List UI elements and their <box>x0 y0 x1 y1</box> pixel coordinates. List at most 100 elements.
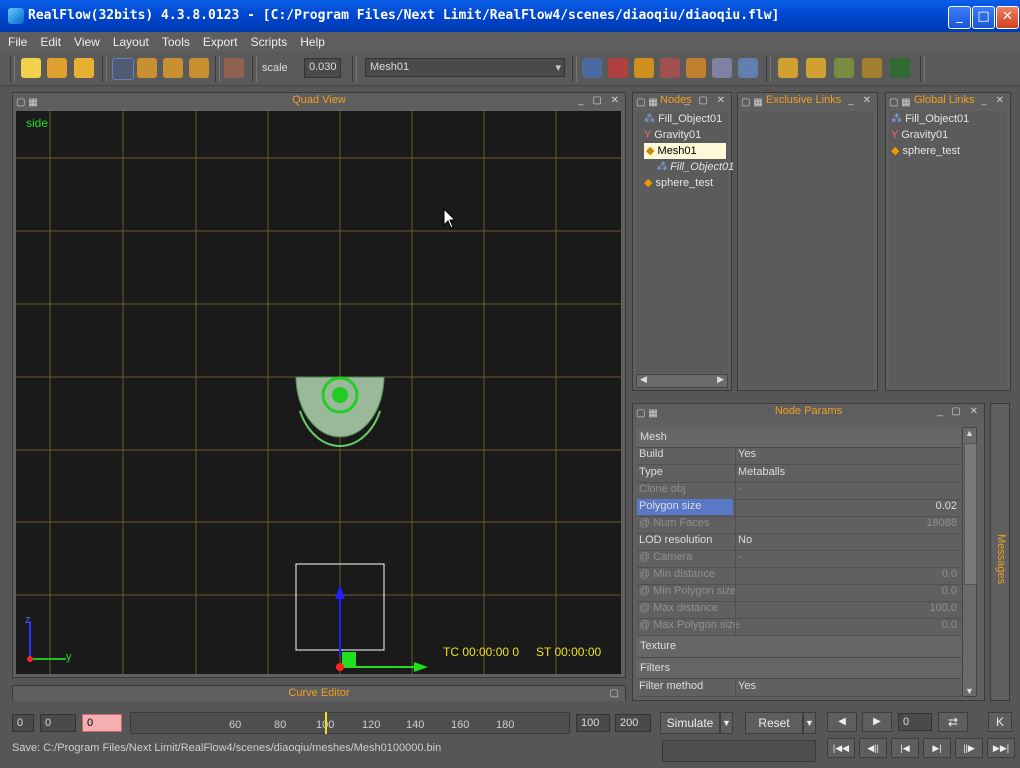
scale-input[interactable]: 0.030 <box>304 58 341 78</box>
minimize-button[interactable]: _ <box>948 6 971 29</box>
messages-tab[interactable]: Messages <box>990 403 1010 701</box>
exclusive-links-header: ▢ ▦ Exclusive Links _ ✕ <box>738 93 877 108</box>
camera-icon[interactable] <box>712 58 732 78</box>
play-forward-icon[interactable]: ▶ <box>862 712 892 732</box>
menu-scripts[interactable]: Scripts <box>243 32 293 49</box>
object-select[interactable]: Mesh01 ▾ <box>365 58 565 77</box>
scrollbar-thumb[interactable] <box>964 443 977 585</box>
list-item[interactable]: Y Gravity01 <box>889 127 1007 143</box>
step-back-icon[interactable]: ◀ <box>827 712 857 732</box>
new-file-icon[interactable] <box>21 58 41 78</box>
reset-dropdown-icon[interactable]: ▼ <box>803 712 816 734</box>
param-row: @ Camera - <box>637 550 961 568</box>
timeline-range-start[interactable]: 0 <box>40 714 76 732</box>
tree-item[interactable]: ⁂ Fill_Object01 <box>636 111 728 127</box>
rigidbody-icon[interactable] <box>686 58 706 78</box>
param-row[interactable]: Type Metaballs <box>637 465 961 483</box>
close-button[interactable]: ✕ <box>996 6 1019 29</box>
section-filters[interactable]: Filters <box>637 658 961 679</box>
gizmo-handle[interactable] <box>342 652 356 666</box>
object-icon[interactable] <box>634 58 654 78</box>
daemon-icon[interactable] <box>608 58 628 78</box>
menu-layout[interactable]: Layout <box>105 32 154 49</box>
age-icon[interactable] <box>834 58 854 78</box>
mesh-object[interactable] <box>295 376 385 448</box>
tree-item[interactable]: ◆ sphere_test <box>636 175 728 191</box>
node-params-title: Node Params <box>774 405 843 417</box>
menu-tools[interactable]: Tools <box>154 32 195 49</box>
vertical-scrollbar[interactable]: ▲ ▼ <box>962 427 977 697</box>
param-row[interactable]: Filter method Yes <box>637 679 961 697</box>
constraint-icon[interactable] <box>660 58 680 78</box>
chevron-down-icon: ▾ <box>555 62 561 74</box>
tree-item[interactable]: ⁂ Fill_Object01 <box>636 159 734 175</box>
reload-icon[interactable] <box>806 58 826 78</box>
reset-button[interactable]: Reset <box>745 712 803 734</box>
timeline-tick: 60 <box>229 719 242 731</box>
menu-export[interactable]: Export <box>195 32 243 49</box>
panel-controls-icon[interactable]: _ ✕ <box>981 93 1007 108</box>
global-links-title: Global Links <box>914 94 975 106</box>
curve-editor-panel[interactable]: Curve Editor ▢ <box>12 685 626 701</box>
viewport-canvas[interactable] <box>16 111 621 674</box>
menu-file[interactable]: File <box>0 32 32 49</box>
timeline-max-field[interactable]: 200 <box>615 714 651 732</box>
list-item[interactable]: ◆ sphere_test <box>889 143 1007 159</box>
param-row[interactable]: Build Yes <box>637 447 961 465</box>
axis-icon[interactable] <box>224 58 244 78</box>
timeline-start-field[interactable]: 0 <box>12 714 34 732</box>
tree-item-selected[interactable]: ◆ Mesh01 <box>644 143 726 159</box>
go-end-icon[interactable]: ▶▶| <box>987 738 1015 758</box>
pdc-icon[interactable] <box>862 58 882 78</box>
maximize-button[interactable]: □ <box>972 6 995 29</box>
timeline-playhead[interactable] <box>325 712 327 734</box>
param-row[interactable]: LOD resolution No <box>637 533 961 551</box>
next-key-icon[interactable]: ||▶ <box>955 738 983 758</box>
rwc-icon[interactable] <box>778 58 798 78</box>
panel-controls-icon[interactable]: ▢ <box>610 686 622 701</box>
open-folder-icon[interactable] <box>47 58 67 78</box>
prev-key-icon[interactable]: ◀|| <box>859 738 887 758</box>
viewport-side[interactable]: side z y TC 00:00:00 0 ST 00:00:00 <box>16 111 621 674</box>
timeline-end-field[interactable]: 100 <box>576 714 610 732</box>
panel-controls-icon[interactable]: _ ✕ <box>848 93 874 108</box>
section-mesh[interactable]: Mesh <box>637 427 961 448</box>
current-frame-field[interactable]: 0 <box>82 714 122 732</box>
tree-item[interactable]: Y Gravity01 <box>636 127 728 143</box>
scale-tool-icon[interactable] <box>189 58 209 78</box>
scroll-left-icon[interactable]: ◀ <box>640 374 647 385</box>
window-title: RealFlow(32bits) 4.3.8.0123 - [C:/Progra… <box>28 8 780 23</box>
loop-icon[interactable]: ⇄ <box>938 712 968 732</box>
panel-controls-icon[interactable]: _ ▢ ✕ <box>578 93 622 108</box>
wave-icon[interactable] <box>738 58 758 78</box>
scroll-up-icon[interactable]: ▲ <box>965 428 974 438</box>
scroll-down-icon[interactable]: ▼ <box>965 686 974 696</box>
scroll-right-icon[interactable]: ▶ <box>717 374 724 385</box>
move-icon[interactable] <box>137 58 157 78</box>
horizontal-scrollbar[interactable]: ◀ ▶ <box>636 374 728 388</box>
panel-controls-icon[interactable]: _ ▢ ✕ <box>684 93 728 108</box>
nodes-tree[interactable]: ⁂ Fill_Object01 Y Gravity01 ◆ Mesh01 ⁂ F… <box>636 111 734 373</box>
simulate-button[interactable]: Simulate <box>660 712 720 734</box>
panel-controls-icon[interactable]: _ ▢ ✕ <box>937 404 981 419</box>
prev-frame-icon[interactable]: |◀ <box>891 738 919 758</box>
menu-view[interactable]: View <box>66 32 105 49</box>
rotate-icon[interactable] <box>163 58 183 78</box>
go-start-icon[interactable]: |◀◀ <box>827 738 855 758</box>
emitter-icon[interactable] <box>582 58 602 78</box>
section-texture[interactable]: Texture <box>637 636 961 658</box>
keyframe-button[interactable]: K <box>988 712 1012 732</box>
menu-help[interactable]: Help <box>292 32 330 49</box>
next-frame-icon[interactable]: ▶| <box>923 738 951 758</box>
param-row-selected[interactable]: Polygon size 0.02 <box>637 499 961 517</box>
select-arrow-icon[interactable] <box>112 58 134 80</box>
frame-field[interactable]: 0 <box>898 713 932 731</box>
simulate-dropdown-icon[interactable]: ▼ <box>720 712 733 734</box>
exclusive-links-list[interactable] <box>741 111 874 387</box>
menu-edit[interactable]: Edit <box>32 32 66 49</box>
list-item[interactable]: ⁂ Fill_Object01 <box>889 111 1007 127</box>
section-texture-label: Texture <box>640 640 677 652</box>
play-icon[interactable] <box>890 58 910 78</box>
save-icon[interactable] <box>74 58 94 78</box>
global-links-list[interactable]: ⁂ Fill_Object01 Y Gravity01 ◆ sphere_tes… <box>889 111 1007 387</box>
